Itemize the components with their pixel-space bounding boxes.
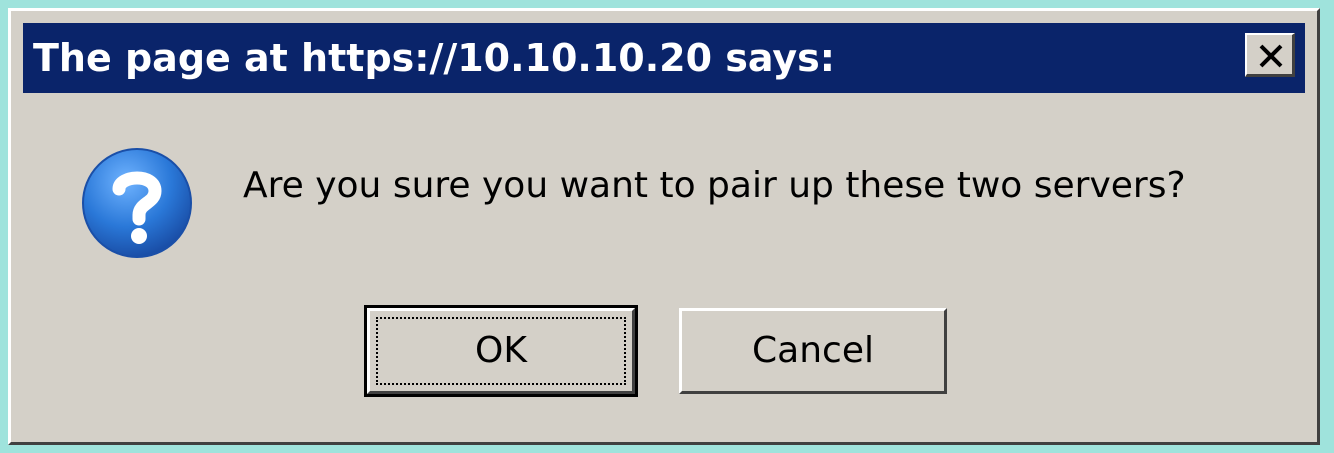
question-icon (79, 145, 195, 261)
alert-dialog: The page at https://10.10.10.20 says: Ar… (8, 8, 1320, 445)
ok-button-label: OK (475, 330, 527, 371)
dialog-title: The page at https://10.10.10.20 says: (33, 36, 835, 80)
cancel-button-label: Cancel (752, 330, 874, 371)
cancel-button[interactable]: Cancel (679, 308, 947, 394)
dialog-message: Are you sure you want to pair up these t… (243, 165, 1186, 206)
ok-button[interactable]: OK (364, 305, 638, 397)
close-icon (1259, 44, 1283, 68)
close-button[interactable] (1245, 33, 1295, 77)
dialog-titlebar: The page at https://10.10.10.20 says: (23, 23, 1305, 93)
